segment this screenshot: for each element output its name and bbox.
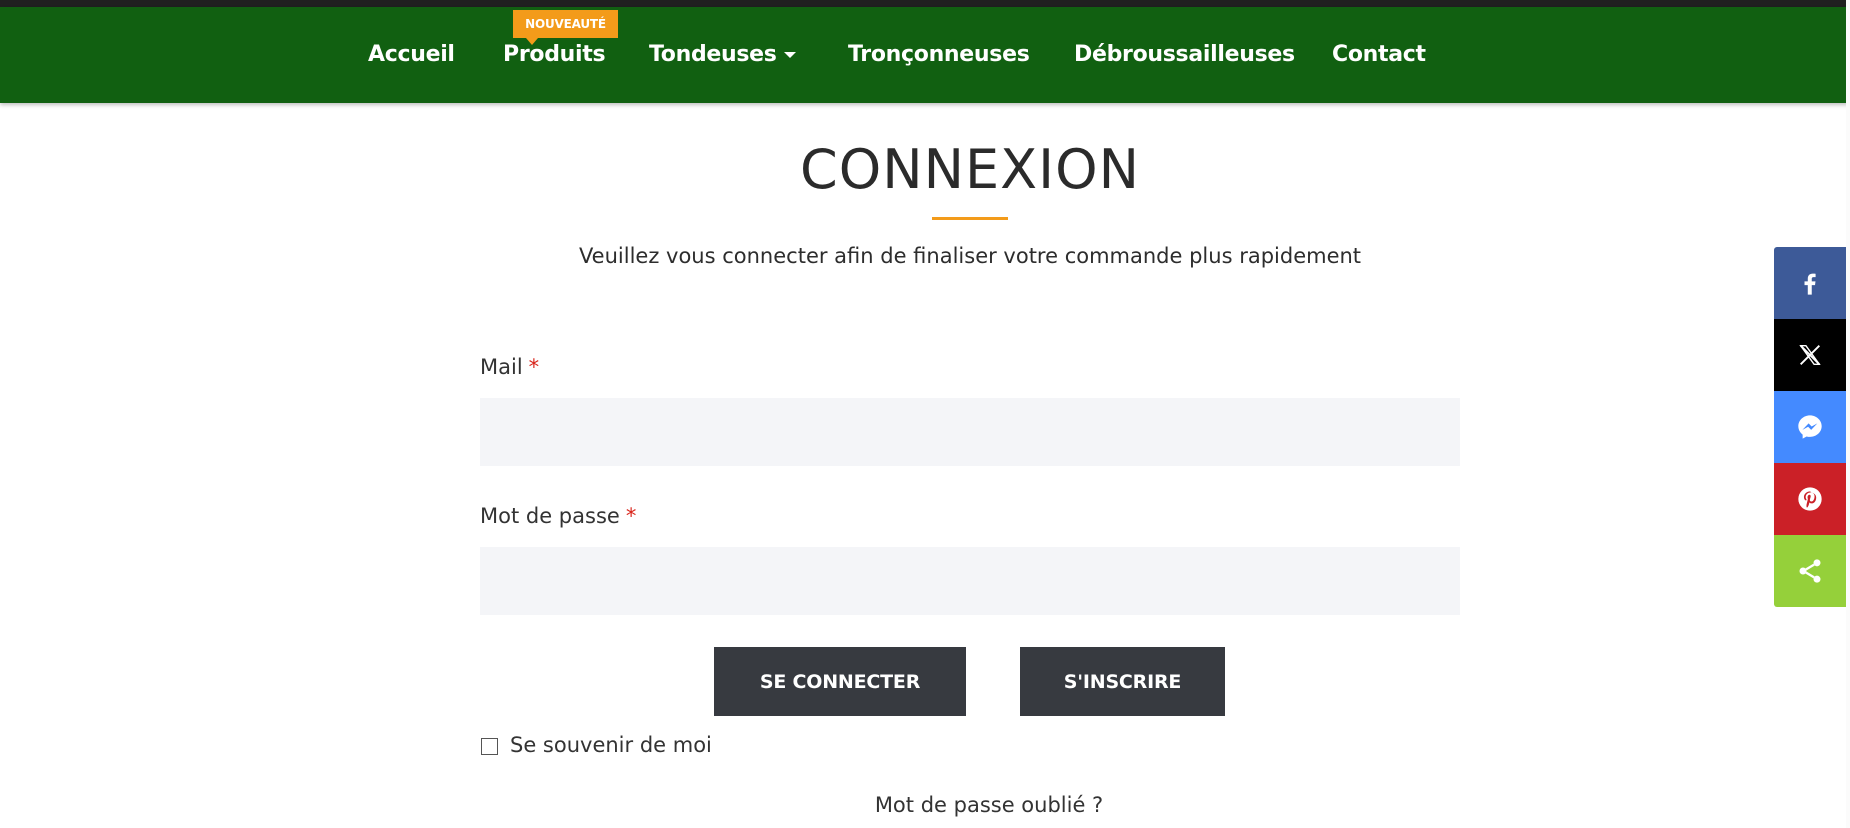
page-subtitle: Veuillez vous connecter afin de finalise… [578,244,1362,268]
nav-item-produits[interactable]: Produits [503,42,606,67]
new-badge: NOUVEAUTÉ [513,10,618,38]
mail-field[interactable] [480,398,1460,466]
nav-item-tondeuses[interactable]: Tondeuses [649,42,777,67]
messenger-icon [1798,415,1822,439]
password-field[interactable] [480,547,1460,615]
signup-button[interactable]: S'INSCRIRE [1020,647,1225,716]
share-x-button[interactable] [1774,319,1846,391]
share-more-button[interactable] [1774,535,1846,607]
x-twitter-icon [1799,344,1821,366]
nav-item-tronconneuses[interactable]: Tronçonneuses [848,42,1030,67]
nav-item-contact[interactable]: Contact [1332,42,1426,67]
top-border [0,0,1850,7]
nav-item-debroussailleuses[interactable]: Débroussailleuses [1074,42,1295,67]
connect-button[interactable]: SE CONNECTER [714,647,966,716]
page-title: CONNEXION [800,138,1140,201]
share-messenger-button[interactable] [1774,391,1846,463]
required-asterisk: * [528,355,540,379]
share-pinterest-button[interactable] [1774,463,1846,535]
forgot-password-link[interactable]: Mot de passe oublié ? [0,793,1850,817]
remember-checkbox[interactable] [481,738,498,755]
mail-label: Mail * [480,355,539,379]
scrollbar[interactable] [1846,0,1850,828]
password-label: Mot de passe * [480,504,636,528]
share-facebook-button[interactable] [1774,247,1846,319]
mail-label-text: Mail [480,355,523,379]
share-icon [1799,559,1821,583]
remember-label: Se souvenir de moi [510,733,712,757]
title-underline [932,217,1008,220]
required-asterisk: * [625,504,637,528]
pinterest-icon [1798,487,1822,511]
main-navigation: Accueil NOUVEAUTÉ Produits Tondeuses Tro… [0,7,1850,103]
facebook-icon [1804,273,1816,295]
chevron-down-icon[interactable] [784,52,796,58]
password-label-text: Mot de passe [480,504,620,528]
nav-item-accueil[interactable]: Accueil [368,42,455,67]
